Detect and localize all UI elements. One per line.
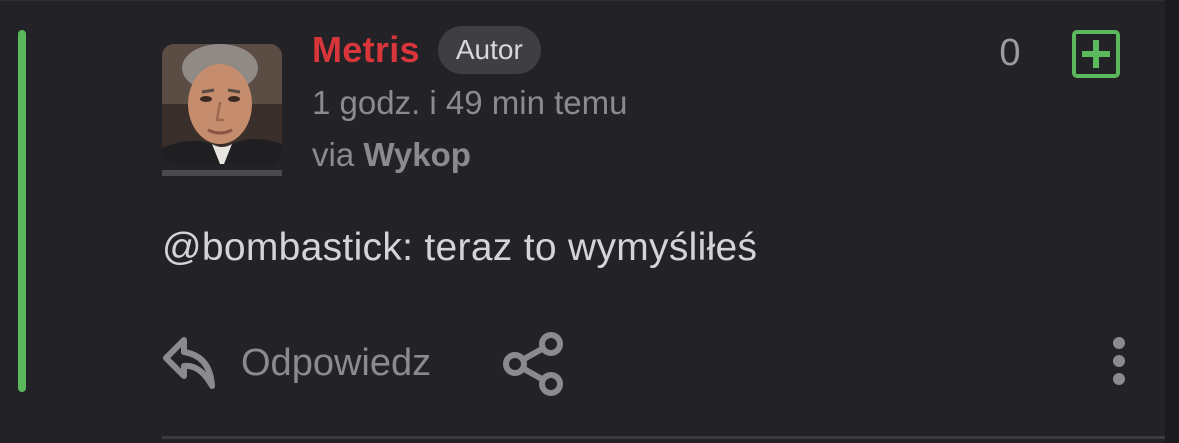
right-edge-panel (1165, 0, 1179, 443)
bottom-divider (162, 436, 1165, 439)
vote-count: 0 (999, 32, 1021, 74)
author-badge: Autor (437, 26, 541, 74)
reply-label[interactable]: Odpowiedz (241, 342, 431, 385)
avatar-photo-icon (162, 44, 282, 164)
more-options-button[interactable] (1106, 336, 1132, 388)
plus-vote-button[interactable] (1072, 30, 1120, 78)
via-app-name: Wykop (363, 136, 471, 173)
reply-icon (163, 337, 215, 389)
plus-icon (1082, 40, 1110, 68)
avatar-underline (162, 170, 282, 176)
top-divider (0, 0, 1179, 1)
share-button[interactable] (501, 332, 567, 396)
avatar-image[interactable] (162, 44, 282, 164)
avatar[interactable] (162, 44, 282, 176)
via-source: via Wykop (312, 136, 471, 174)
comment-body: @bombastick: teraz to wymyśliłeś (162, 226, 758, 269)
comment-header: Metris Autor (312, 22, 541, 78)
reply-button[interactable] (160, 334, 220, 390)
via-prefix: via (312, 136, 355, 173)
more-vertical-icon (1113, 337, 1125, 385)
thread-indicator-line (18, 30, 26, 392)
share-icon (503, 332, 563, 396)
comment-card: Metris Autor 1 godz. i 49 min temu via W… (0, 0, 1179, 443)
author-username[interactable]: Metris (312, 29, 420, 71)
comment-timestamp[interactable]: 1 godz. i 49 min temu (312, 84, 628, 122)
